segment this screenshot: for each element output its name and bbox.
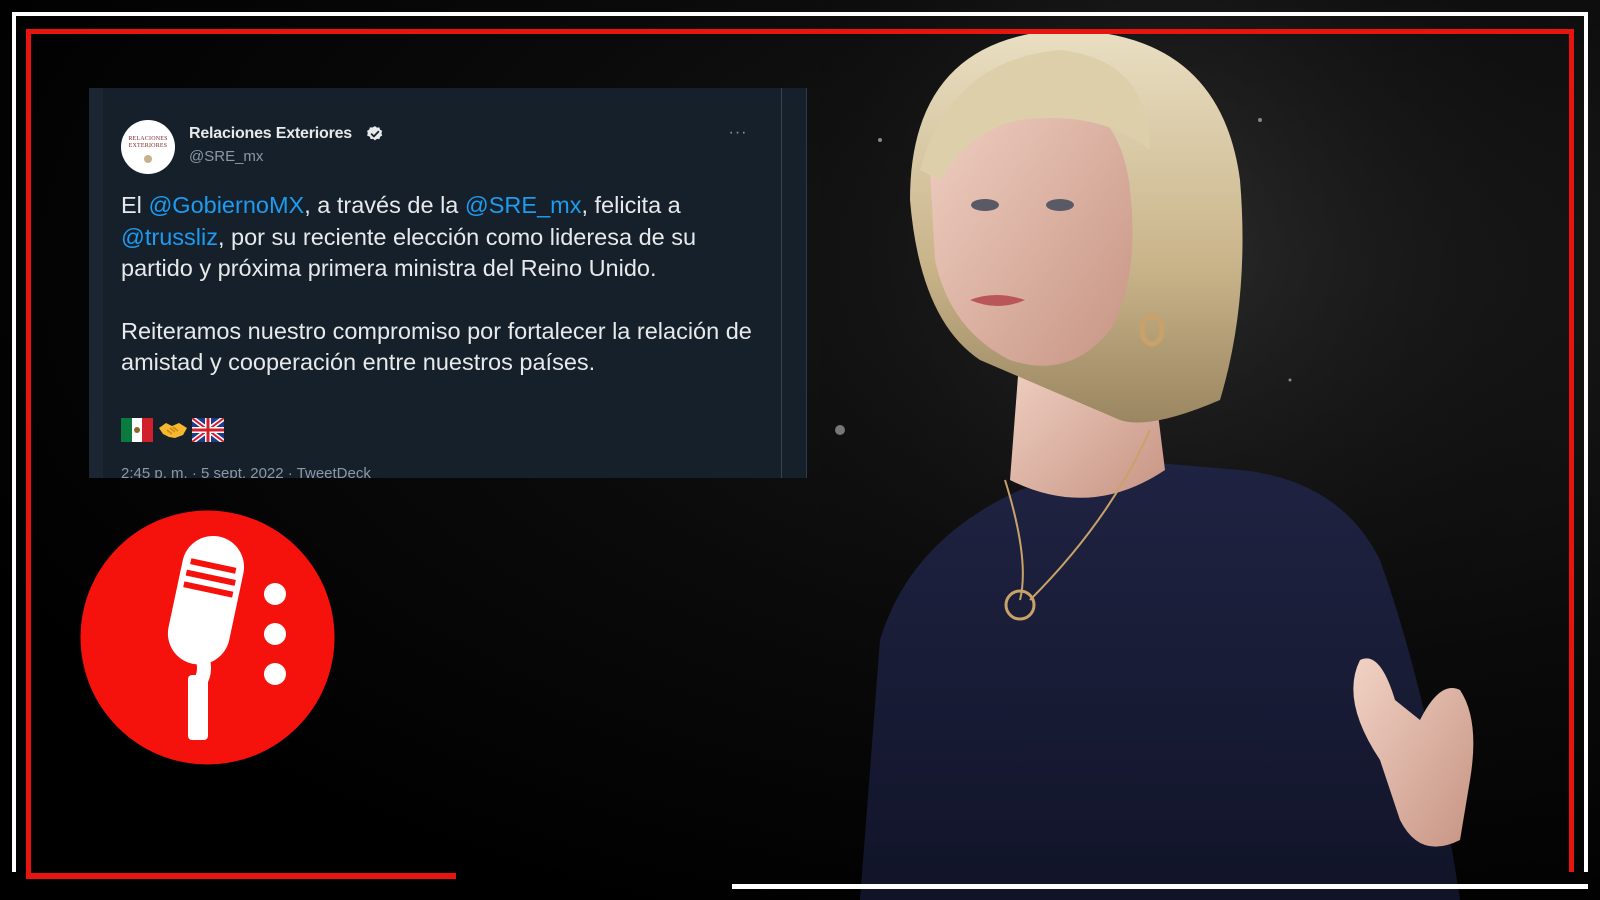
frame-red-top xyxy=(26,29,1574,34)
tweet-timestamp[interactable]: 2:45 p. m. · 5 sept. 2022 · TweetDeck xyxy=(121,465,371,478)
frame-red-right xyxy=(1569,29,1574,872)
mention-sre-mx[interactable]: @SRE_mx xyxy=(465,192,582,218)
more-options-icon[interactable]: ··· xyxy=(726,123,750,143)
flag-united-kingdom-icon xyxy=(192,418,224,442)
account-handle[interactable]: @SRE_mx xyxy=(189,148,263,165)
handshake-icon xyxy=(159,423,187,438)
frame-white-bottom xyxy=(732,884,1588,889)
text-segment: , a través de la xyxy=(304,192,465,218)
account-name[interactable]: Relaciones Exteriores xyxy=(189,125,352,143)
woman-photo xyxy=(820,0,1580,900)
avatar[interactable]: RELACIONES EXTERIORES xyxy=(121,120,175,174)
text-segment: , felicita a xyxy=(581,192,681,218)
frame-red-left xyxy=(26,29,31,878)
text-segment: El xyxy=(121,192,149,218)
avatar-logo-text: RELACIONES EXTERIORES xyxy=(128,136,168,149)
flag-mexico-icon xyxy=(121,418,153,442)
verified-badge-icon xyxy=(367,126,383,141)
frame-white-top xyxy=(16,12,1584,16)
avatar-seal-icon xyxy=(144,155,152,163)
tweet-text: El @GobiernoMX, a través de la @SRE_mx, … xyxy=(121,190,771,379)
frame-red-bottom xyxy=(26,873,456,879)
tweet-card: RELACIONES EXTERIORES Relaciones Exterio… xyxy=(89,88,807,478)
tweet-card-edge xyxy=(89,88,103,478)
tweet-paragraph-1: El @GobiernoMX, a través de la @SRE_mx, … xyxy=(121,190,771,285)
frame-white-left xyxy=(12,12,16,872)
tweet-card-divider xyxy=(781,88,782,478)
microphone-icon xyxy=(80,510,335,765)
frame-white-right xyxy=(1584,12,1588,872)
image-canvas: RELACIONES EXTERIORES Relaciones Exterio… xyxy=(0,0,1600,900)
mention-trussliz[interactable]: @trussliz xyxy=(121,224,218,250)
mention-gobiernomx[interactable]: @GobiernoMX xyxy=(148,192,304,218)
tweet-paragraph-2: Reiteramos nuestro compromiso por fortal… xyxy=(121,317,752,376)
